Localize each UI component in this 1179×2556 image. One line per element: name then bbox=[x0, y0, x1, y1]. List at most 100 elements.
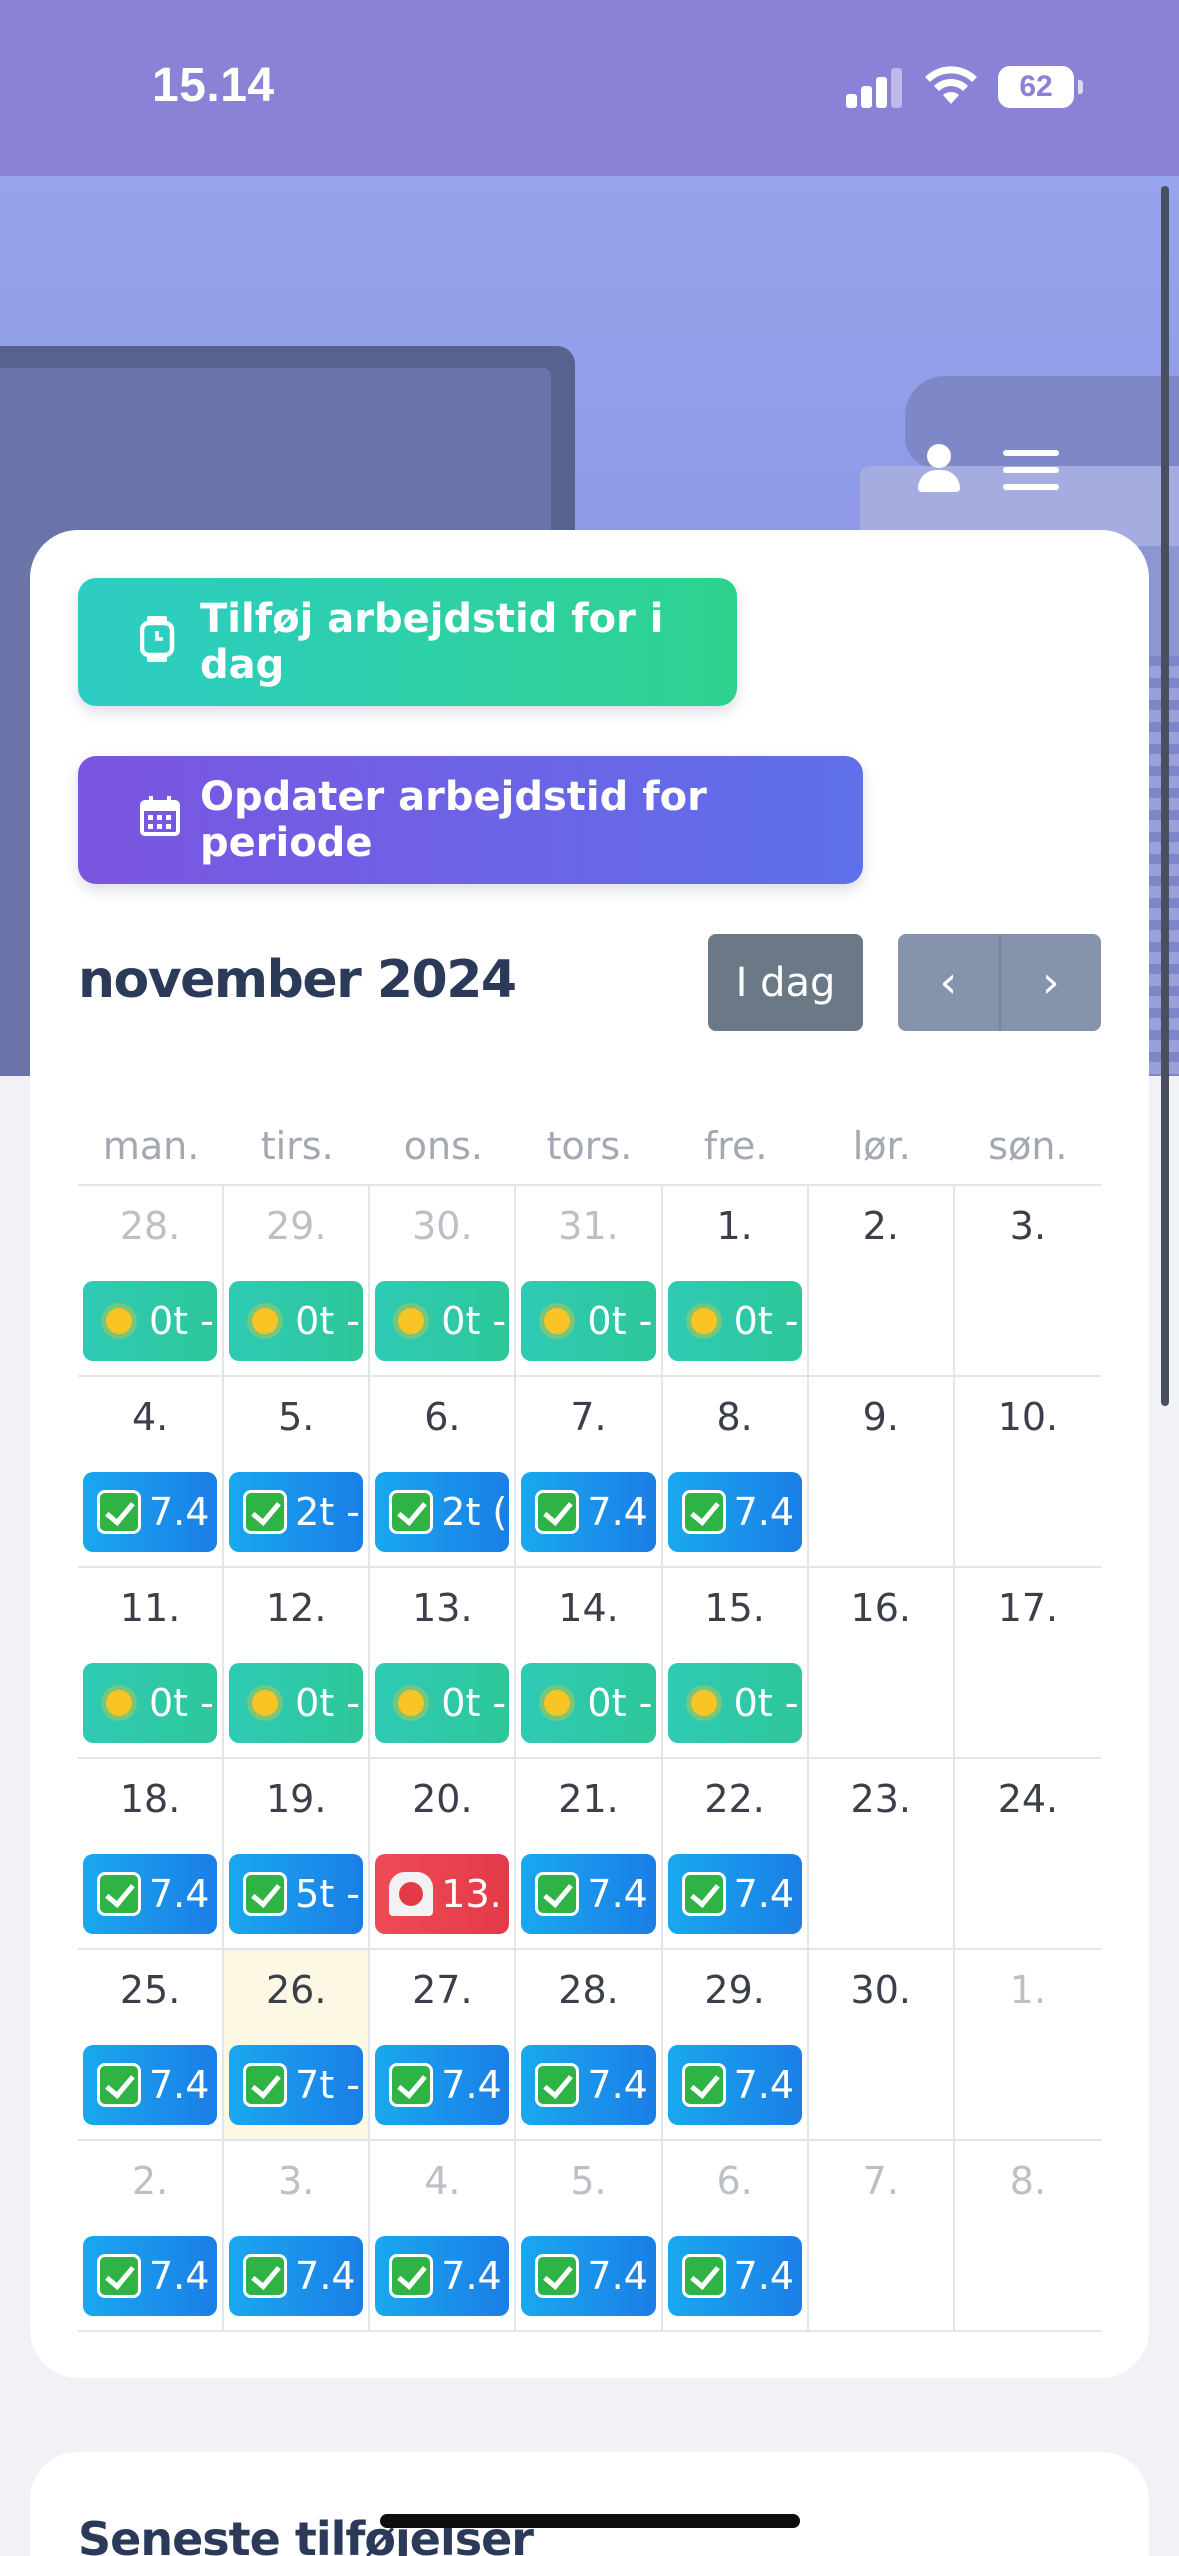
calendar-event[interactable]: 7.4 bbox=[375, 2236, 510, 2316]
user-icon[interactable] bbox=[916, 444, 962, 494]
checkmark-icon bbox=[97, 2062, 141, 2107]
calendar-day[interactable]: 11. 0t - bbox=[78, 1568, 225, 1759]
calendar-event[interactable]: 5t - bbox=[229, 1854, 364, 1934]
calendar-day[interactable]: 7. bbox=[808, 2141, 955, 2332]
day-number: 1. bbox=[1009, 1968, 1047, 2012]
calendar-day[interactable]: 25. 7.4 bbox=[78, 1950, 225, 2141]
event-label: 0t - bbox=[295, 1681, 361, 1725]
calendar-event[interactable]: 7.4 bbox=[667, 1472, 802, 1552]
calendar-event[interactable]: 7.4 bbox=[667, 1854, 802, 1934]
calendar-day[interactable]: 1. bbox=[954, 1950, 1101, 2141]
calendar-event[interactable]: 2t ( bbox=[375, 1472, 510, 1552]
event-label: 0t - bbox=[149, 1681, 214, 1725]
scrollbar[interactable] bbox=[1161, 186, 1169, 1406]
calendar-event[interactable]: 7.4 bbox=[521, 2236, 656, 2316]
next-month-button[interactable]: › bbox=[1001, 934, 1102, 1031]
calendar-day[interactable]: 8. bbox=[954, 2141, 1101, 2332]
calendar-day[interactable]: 4. 7.4 bbox=[78, 1377, 225, 1568]
calendar-event[interactable]: 13. bbox=[375, 1854, 510, 1934]
calendar-day[interactable]: 7. 7.4 bbox=[516, 1377, 663, 1568]
calendar-icon bbox=[140, 796, 180, 836]
calendar-event[interactable]: 7.4 bbox=[521, 1854, 656, 1934]
calendar-event[interactable]: 7.4 bbox=[83, 2236, 218, 2316]
calendar-day[interactable]: 3. 7.4 bbox=[224, 2141, 371, 2332]
calendar-day[interactable]: 26. 7t - bbox=[224, 1950, 371, 2141]
calendar-day[interactable]: 20. 13. bbox=[370, 1759, 517, 1950]
day-number: 26. bbox=[265, 1968, 327, 2012]
checkmark-icon bbox=[389, 2253, 434, 2298]
day-number: 1. bbox=[716, 1204, 753, 1248]
calendar-event[interactable]: 2t - bbox=[229, 1472, 364, 1552]
calendar-day[interactable]: 15. 0t - bbox=[662, 1568, 809, 1759]
calendar-day[interactable]: 16. bbox=[808, 1568, 955, 1759]
calendar-day[interactable]: 2. bbox=[808, 1186, 955, 1377]
calendar-event[interactable]: 7.4 bbox=[521, 2045, 656, 2125]
calendar-event[interactable]: 0t - bbox=[667, 1281, 802, 1361]
calendar-event[interactable]: 7.4 bbox=[83, 1472, 218, 1552]
calendar-day[interactable]: 23. bbox=[808, 1759, 955, 1950]
hamburger-menu-icon[interactable] bbox=[1003, 450, 1059, 490]
calendar-event[interactable]: 0t - bbox=[229, 1281, 364, 1361]
calendar-event[interactable]: 7t - bbox=[229, 2045, 364, 2125]
calendar-event[interactable]: 0t - bbox=[375, 1663, 510, 1743]
calendar-day[interactable]: 5. 7.4 bbox=[516, 2141, 663, 2332]
calendar-event[interactable]: 7.4 bbox=[667, 2045, 802, 2125]
calendar-day[interactable]: 19. 5t - bbox=[224, 1759, 371, 1950]
calendar-event[interactable]: 7.4 bbox=[667, 2236, 802, 2316]
calendar-day[interactable]: 2. 7.4 bbox=[78, 2141, 225, 2332]
calendar-event[interactable]: 7.4 bbox=[521, 1472, 656, 1552]
today-button[interactable]: I dag bbox=[708, 934, 863, 1031]
calendar-event[interactable]: 0t - bbox=[375, 1281, 510, 1361]
calendar-event[interactable]: 7.4 bbox=[83, 1854, 218, 1934]
sun-icon bbox=[252, 1307, 279, 1334]
update-period-button[interactable]: Opdater arbejdstid for periode bbox=[78, 756, 863, 884]
calendar-event[interactable]: 0t - bbox=[83, 1281, 218, 1361]
calendar-day[interactable]: 31. 0t - bbox=[516, 1186, 663, 1377]
calendar-event[interactable]: 0t - bbox=[521, 1281, 656, 1361]
prev-month-button[interactable]: ‹ bbox=[898, 934, 1001, 1031]
calendar-event[interactable]: 0t - bbox=[521, 1663, 656, 1743]
calendar-day[interactable]: 14. 0t - bbox=[516, 1568, 663, 1759]
calendar-day[interactable]: 13. 0t - bbox=[370, 1568, 517, 1759]
calendar-day[interactable]: 8. 7.4 bbox=[662, 1377, 809, 1568]
calendar-day[interactable]: 21. 7.4 bbox=[516, 1759, 663, 1950]
calendar-day[interactable]: 29. 0t - bbox=[224, 1186, 371, 1377]
calendar-day[interactable]: 24. bbox=[954, 1759, 1101, 1950]
event-label: 7.4 bbox=[733, 1872, 794, 1916]
calendar-day[interactable]: 30. 0t - bbox=[370, 1186, 517, 1377]
calendar-event[interactable]: 0t - bbox=[83, 1663, 218, 1743]
calendar-day[interactable]: 17. bbox=[954, 1568, 1101, 1759]
calendar-event[interactable]: 7.4 bbox=[83, 2045, 218, 2125]
calendar-day[interactable]: 28. 0t - bbox=[78, 1186, 225, 1377]
calendar-event[interactable]: 0t - bbox=[667, 1663, 802, 1743]
calendar-day[interactable]: 6. 2t ( bbox=[370, 1377, 517, 1568]
day-number: 8. bbox=[1009, 2159, 1047, 2203]
calendar-day[interactable]: 30. bbox=[808, 1950, 955, 2141]
calendar-day[interactable]: 9. bbox=[808, 1377, 955, 1568]
day-number: 29. bbox=[265, 1204, 327, 1248]
calendar-event[interactable]: 0t - bbox=[229, 1663, 364, 1743]
calendar-day[interactable]: 6. 7.4 bbox=[662, 2141, 809, 2332]
event-label: 7.4 bbox=[149, 2063, 210, 2107]
add-today-button[interactable]: Tilføj arbejdstid for i dag bbox=[78, 578, 737, 706]
calendar-day[interactable]: 27. 7.4 bbox=[370, 1950, 517, 2141]
calendar-day[interactable]: 28. 7.4 bbox=[516, 1950, 663, 2141]
event-label: 7.4 bbox=[295, 2254, 356, 2298]
calendar-day[interactable]: 4. 7.4 bbox=[370, 2141, 517, 2332]
calendar-day[interactable]: 10. bbox=[954, 1377, 1101, 1568]
day-number: 6. bbox=[424, 1395, 461, 1439]
day-number: 12. bbox=[265, 1586, 327, 1630]
calendar-day[interactable]: 3. bbox=[954, 1186, 1101, 1377]
calendar-event[interactable]: 7.4 bbox=[229, 2236, 364, 2316]
calendar-day[interactable]: 5. 2t - bbox=[224, 1377, 371, 1568]
day-number: 10. bbox=[997, 1395, 1059, 1439]
calendar-day[interactable]: 18. 7.4 bbox=[78, 1759, 225, 1950]
calendar-day[interactable]: 12. 0t - bbox=[224, 1568, 371, 1759]
calendar-day[interactable]: 22. 7.4 bbox=[662, 1759, 809, 1950]
day-number: 18. bbox=[119, 1777, 181, 1821]
event-label: 0t - bbox=[441, 1299, 507, 1343]
calendar-event[interactable]: 7.4 bbox=[375, 2045, 510, 2125]
calendar-day[interactable]: 1. 0t - bbox=[662, 1186, 809, 1377]
calendar-day[interactable]: 29. 7.4 bbox=[662, 1950, 809, 2141]
event-label: 5t - bbox=[295, 1872, 361, 1916]
